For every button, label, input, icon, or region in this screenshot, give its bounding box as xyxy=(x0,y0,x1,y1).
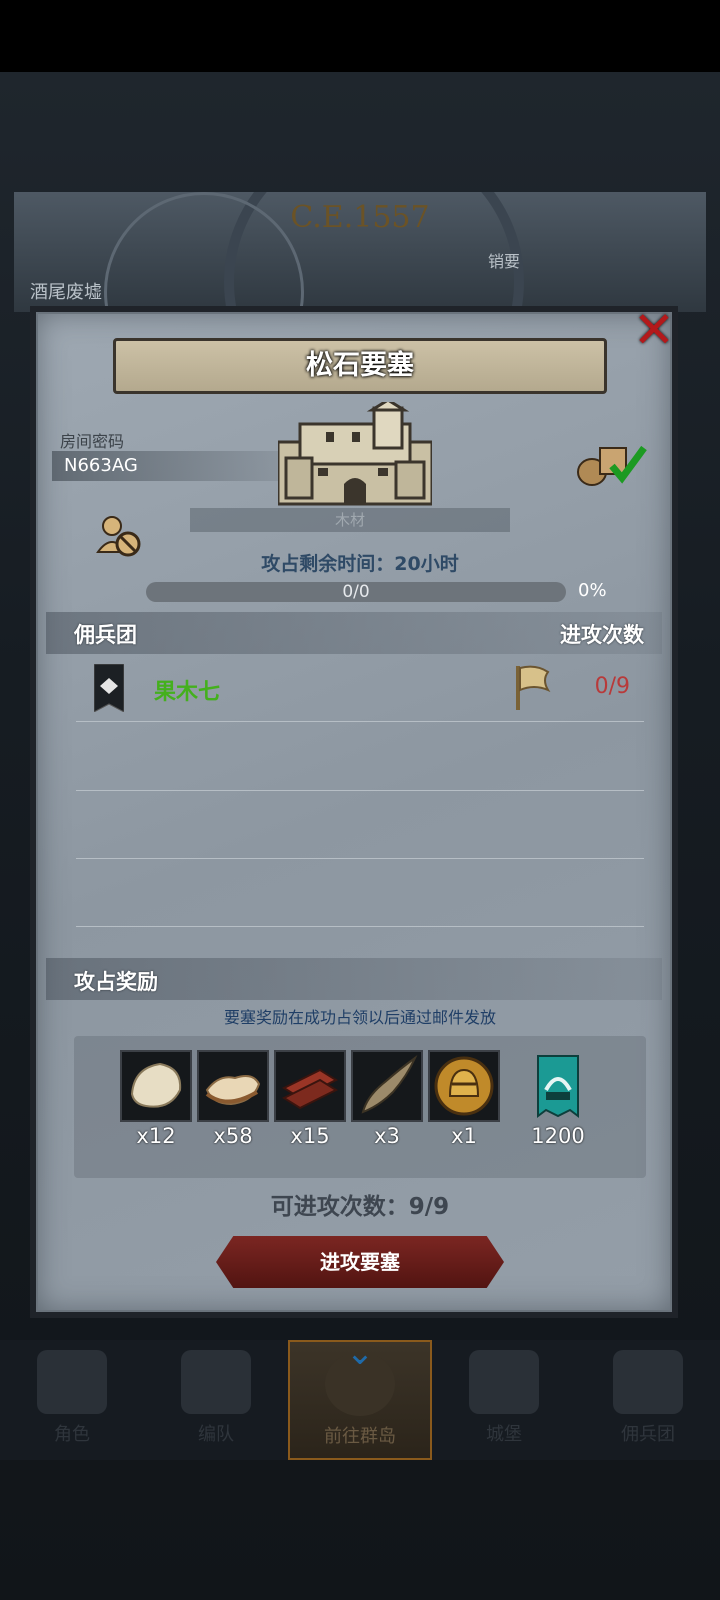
reward-item[interactable]: x12 xyxy=(120,1050,192,1148)
attacks-available: 可进攻次数：9/9 xyxy=(270,1194,450,1220)
reward-qty: x15 xyxy=(290,1124,330,1148)
resource-hint: 木材 xyxy=(190,508,510,532)
castle-icon xyxy=(469,1350,539,1414)
flag-icon xyxy=(516,665,551,710)
nav-label: 前往群岛 xyxy=(324,1426,396,1447)
nav-label: 城堡 xyxy=(486,1424,522,1445)
empty-row-divider xyxy=(76,790,644,791)
remaining-time: 攻占剩余时间：20小时 xyxy=(261,553,459,575)
region-label-right: 销要 xyxy=(488,252,521,271)
nav-mercenary[interactable]: 佣兵团 xyxy=(576,1340,720,1460)
castle-banner-icon xyxy=(537,1055,579,1118)
guild-banner-icon xyxy=(94,664,124,712)
fortress-title: 松石要塞 xyxy=(113,338,607,394)
status-bar xyxy=(0,0,720,72)
mercenary-attack-count: 0/9 xyxy=(594,674,630,699)
reward-note: 要塞奖励在成功占领以后通过邮件发放 xyxy=(223,1008,496,1027)
helmet-icon xyxy=(181,1350,251,1414)
horn-icon xyxy=(361,1055,418,1114)
reward-qty: 1200 xyxy=(531,1124,585,1148)
nav-formation[interactable]: 编队 xyxy=(144,1340,288,1460)
mercenary-header-label: 佣兵团 xyxy=(74,623,137,647)
reward-qty: x3 xyxy=(374,1124,400,1148)
nav-label: 角色 xyxy=(54,1424,90,1445)
room-code-label: 房间密码 xyxy=(60,432,125,451)
attack-fortress-button[interactable]: 进攻要塞 xyxy=(216,1236,504,1288)
knight-icon xyxy=(37,1350,107,1414)
capture-progress-text: 0/0 xyxy=(342,582,370,602)
mercenary-icon xyxy=(613,1350,683,1414)
nav-castle[interactable]: 城堡 xyxy=(432,1340,576,1460)
empty-row-divider xyxy=(76,926,644,927)
region-label: 酒尾废墟 xyxy=(30,282,102,303)
empty-row-divider xyxy=(76,858,644,859)
reward-item[interactable]: 1200 xyxy=(522,1050,594,1148)
nav-character[interactable]: 角色 xyxy=(0,1340,144,1460)
reward-qty: x1 xyxy=(451,1124,477,1148)
capture-progress-percent: 0% xyxy=(578,580,607,601)
rewards-header-label: 攻占奖励 xyxy=(74,970,158,994)
reward-qty: x12 xyxy=(136,1124,176,1148)
resource-bag-check-icon[interactable] xyxy=(576,442,648,488)
leather-hide-icon xyxy=(205,1075,261,1106)
reward-item[interactable]: x3 xyxy=(351,1050,423,1148)
reward-item[interactable]: x1 xyxy=(428,1050,500,1148)
reward-item[interactable]: x58 xyxy=(197,1050,269,1148)
era-label: C.E.1557 xyxy=(290,200,430,235)
reward-qty: x58 xyxy=(213,1124,253,1148)
reward-item[interactable]: x15 xyxy=(274,1050,346,1148)
mercenary-row[interactable]: 果木七 0/9 xyxy=(76,660,644,722)
chevron-down-icon[interactable]: ⌄ xyxy=(338,1336,382,1374)
knight-helmet-coin-icon xyxy=(434,1056,494,1116)
castle-icon xyxy=(278,402,432,506)
mercenary-name: 果木七 xyxy=(154,680,221,705)
nav-label: 佣兵团 xyxy=(621,1424,675,1445)
wood-planks-icon xyxy=(281,1068,339,1110)
attack-count-header: 进攻次数 xyxy=(560,623,644,647)
fur-pelt-icon xyxy=(130,1062,182,1108)
close-icon[interactable]: ✕ xyxy=(628,304,680,356)
nav-label: 编队 xyxy=(198,1424,234,1445)
